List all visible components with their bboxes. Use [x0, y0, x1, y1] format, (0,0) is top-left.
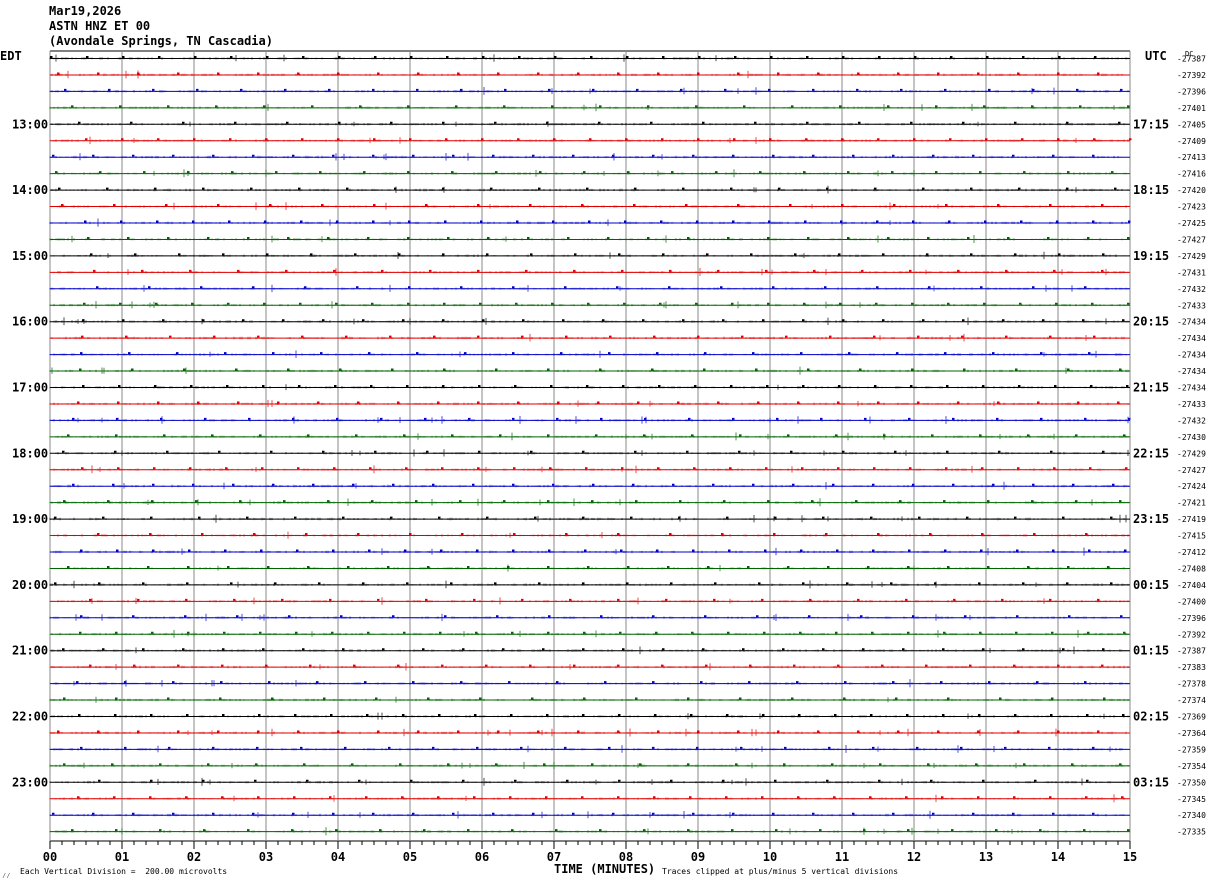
trace-offset-label: -27416	[1177, 170, 1206, 179]
trace-offset-label: -27432	[1177, 416, 1206, 425]
x-axis-title: TIME (MINUTES)	[554, 862, 656, 876]
trace-offset-label: -27429	[1177, 449, 1206, 458]
x-tick-label: 09	[691, 850, 705, 864]
trace-offset-label: -27364	[1177, 729, 1206, 738]
utc-hour-label: 21:15	[1133, 381, 1169, 395]
utc-hour-label: 20:15	[1133, 315, 1169, 329]
utc-hour-label: 22:15	[1133, 446, 1169, 460]
edt-hour-label: 14:00	[12, 183, 48, 197]
x-tick-label: 00	[43, 850, 57, 864]
x-tick-label: 11	[835, 850, 849, 864]
edt-hour-label: 16:00	[12, 315, 48, 329]
edt-hour-label: 17:00	[12, 381, 48, 395]
edt-hour-label: 15:00	[12, 249, 48, 263]
x-tick-label: 01	[115, 850, 129, 864]
utc-hour-label: 23:15	[1133, 512, 1169, 526]
trace-offset-label: -27350	[1177, 778, 1206, 787]
trace-offset-label: -27383	[1177, 663, 1206, 672]
trace-offset-label: -27400	[1177, 597, 1206, 606]
x-tick-label: 13	[979, 850, 993, 864]
trace-offset-label: -27434	[1177, 384, 1206, 393]
trace-offset-label: -27369	[1177, 713, 1206, 722]
trace-offset-label: -27434	[1177, 367, 1206, 376]
edt-hour-label: 21:00	[12, 644, 48, 658]
trace-offset-label: -27434	[1177, 351, 1206, 360]
edt-hour-label: 18:00	[12, 446, 48, 460]
utc-hour-label: 03:15	[1133, 775, 1169, 789]
trace-offset-label: -27427	[1177, 466, 1206, 475]
trace-offset-label: -27374	[1177, 696, 1206, 705]
trace-offset-label: -27412	[1177, 548, 1206, 557]
trace-offset-label: -27340	[1177, 811, 1206, 820]
trace-offset-label: -27408	[1177, 564, 1206, 573]
x-tick-label: 15	[1123, 850, 1137, 864]
trace-offset-label: -27378	[1177, 680, 1206, 689]
corner-mark: ⁄⁄	[2, 872, 11, 880]
trace-offset-label: -27405	[1177, 120, 1206, 129]
trace-offset-label: -27387	[1177, 647, 1206, 656]
trace-offset-label: -27392	[1177, 71, 1206, 80]
x-tick-label: 14	[1051, 850, 1065, 864]
trace-offset-label: -27432	[1177, 285, 1206, 294]
utc-hour-label: 17:15	[1133, 117, 1169, 131]
trace-offset-label: -27415	[1177, 532, 1206, 541]
trace-offset-label: -27359	[1177, 745, 1206, 754]
edt-hour-label: 20:00	[12, 578, 48, 592]
trace-offset-label: -27425	[1177, 219, 1206, 228]
trace-offset-label: -27427	[1177, 235, 1206, 244]
x-tick-label: 02	[187, 850, 201, 864]
utc-hour-label: 19:15	[1133, 249, 1169, 263]
utc-hour-label: 01:15	[1133, 644, 1169, 658]
offset-column-header: DC	[1185, 50, 1193, 58]
trace-offset-label: -27396	[1177, 87, 1206, 96]
trace-offset-label: -27430	[1177, 433, 1206, 442]
x-tick-label: 10	[763, 850, 777, 864]
edt-hour-label: 22:00	[12, 710, 48, 724]
trace-offset-label: -27345	[1177, 795, 1206, 804]
utc-hour-label: 02:15	[1133, 710, 1169, 724]
edt-hour-label: 13:00	[12, 117, 48, 131]
utc-hour-label: 18:15	[1133, 183, 1169, 197]
trace-offset-label: -27434	[1177, 334, 1206, 343]
edt-hour-label: 19:00	[12, 512, 48, 526]
trace-offset-label: -27431	[1177, 268, 1206, 277]
trace-offset-label: -27413	[1177, 153, 1206, 162]
x-tick-label: 03	[259, 850, 273, 864]
trace-offset-label: -27404	[1177, 581, 1206, 590]
x-tick-label: 12	[907, 850, 921, 864]
helicorder-plot: 00 01 02 03 04 05 06 07 08 09 10 11 12 13 14 15-27387-2…	[0, 49, 1206, 864]
x-tick-label: 05	[403, 850, 417, 864]
trace-layer	[49, 54, 1132, 836]
clip-footnote: Traces clipped at plus/minus 5 vertical …	[662, 867, 899, 876]
trace-offset-label: -27354	[1177, 762, 1206, 771]
edt-hour-label: 23:00	[12, 775, 48, 789]
x-tick-label: 06	[475, 850, 489, 864]
trace-offset-label: -27401	[1177, 104, 1206, 113]
scale-footnote: Each Vertical Division = 200.00 microvol…	[20, 867, 228, 876]
trace-offset-label: -27420	[1177, 186, 1206, 195]
x-tick-label: 04	[331, 850, 345, 864]
edt-axis-title: EDT	[0, 49, 22, 63]
trace-offset-label: -27421	[1177, 499, 1206, 508]
utc-axis-title: UTC	[1145, 49, 1167, 63]
trace-offset-label: -27409	[1177, 137, 1206, 146]
utc-hour-label: 00:15	[1133, 578, 1169, 592]
trace-offset-label: -27424	[1177, 482, 1206, 491]
trace-offset-label: -27423	[1177, 203, 1206, 212]
trace-offset-label: -27434	[1177, 318, 1206, 327]
trace-offset-label: -27433	[1177, 400, 1206, 409]
grid-layer	[49, 50, 1131, 849]
trace-offset-label: -27396	[1177, 614, 1206, 623]
trace-offset-label: -27392	[1177, 630, 1206, 639]
trace-offset-label: -27429	[1177, 252, 1206, 261]
trace-offset-label: -27433	[1177, 301, 1206, 310]
trace-offset-label: -27419	[1177, 515, 1206, 524]
trace-offset-label: -27335	[1177, 828, 1206, 837]
